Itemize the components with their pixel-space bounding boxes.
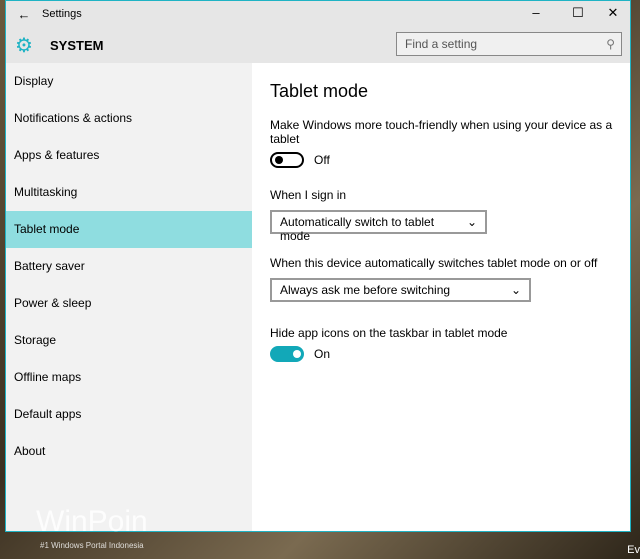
- sidebar-item-notifications-actions[interactable]: Notifications & actions: [6, 100, 252, 137]
- close-icon[interactable]: ✕: [598, 5, 628, 21]
- sidebar-item-storage[interactable]: Storage: [6, 322, 252, 359]
- watermark-brand: WinPoin: [36, 505, 148, 538]
- chevron-down-icon: ⌄: [466, 215, 477, 229]
- back-arrow-icon[interactable]: ←: [6, 7, 42, 22]
- maximize-icon[interactable]: ☐: [563, 5, 593, 21]
- hide-icons-toggle[interactable]: [270, 346, 304, 362]
- sidebar-item-tablet-mode[interactable]: Tablet mode: [6, 211, 252, 248]
- hide-icons-label: Hide app icons on the taskbar in tablet …: [270, 326, 508, 340]
- gear-icon: ⚙: [15, 34, 33, 57]
- header: ⚙ SYSTEM Find a setting ⚲: [6, 27, 630, 63]
- switch-label: When this device automatically switches …: [270, 256, 598, 270]
- title-bar: ← Settings – ☐ ✕: [6, 1, 630, 27]
- switch-dropdown[interactable]: Always ask me before switching ⌄: [270, 278, 531, 302]
- touch-state: Off: [314, 153, 330, 167]
- window-title: Settings: [42, 8, 82, 20]
- search-placeholder: Find a setting: [405, 37, 478, 51]
- signin-value: Automatically switch to tablet mode: [280, 215, 435, 243]
- sidebar-item-default-apps[interactable]: Default apps: [6, 396, 252, 433]
- sidebar-item-about[interactable]: About: [6, 433, 252, 470]
- main-content: Tablet mode Make Windows more touch-frie…: [270, 81, 620, 362]
- sidebar-item-offline-maps[interactable]: Offline maps: [6, 359, 252, 396]
- switch-value: Always ask me before switching: [280, 283, 451, 297]
- settings-window: ← Settings – ☐ ✕ ⚙ SYSTEM Find a setting…: [5, 0, 631, 532]
- desktop-corner-text: Ev: [627, 544, 640, 556]
- section-title: SYSTEM: [50, 37, 104, 53]
- minimize-icon[interactable]: –: [521, 5, 551, 20]
- signin-label: When I sign in: [270, 188, 347, 202]
- signin-dropdown[interactable]: Automatically switch to tablet mode ⌄: [270, 210, 487, 243]
- hide-icons-state: On: [314, 347, 331, 361]
- sidebar-item-power-sleep[interactable]: Power & sleep: [6, 285, 252, 322]
- chevron-down-icon: ⌄: [510, 283, 521, 297]
- watermark-tagline: #1 Windows Portal Indonesia: [40, 541, 144, 550]
- touch-toggle[interactable]: [270, 152, 304, 168]
- search-input[interactable]: Find a setting ⚲: [396, 32, 622, 56]
- sidebar-item-battery-saver[interactable]: Battery saver: [6, 248, 252, 285]
- sidebar: Display Notifications & actions Apps & fea…: [6, 63, 252, 531]
- search-icon[interactable]: ⚲: [606, 37, 615, 51]
- sidebar-item-multitasking[interactable]: Multitasking: [6, 174, 252, 211]
- sidebar-item-display[interactable]: Display: [6, 63, 252, 100]
- touch-label: Make Windows more touch-friendly when us…: [270, 118, 613, 146]
- sidebar-item-apps-features[interactable]: Apps & features: [6, 137, 252, 174]
- page-title: Tablet mode: [270, 81, 369, 101]
